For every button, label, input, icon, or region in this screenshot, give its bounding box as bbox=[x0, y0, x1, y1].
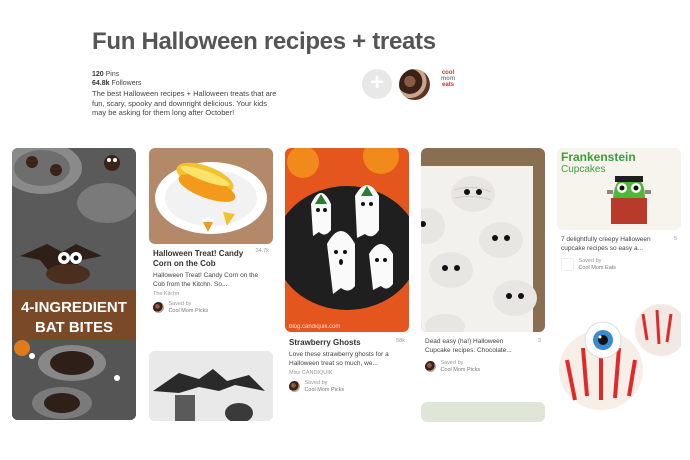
mummy-cupcakes-photo bbox=[421, 148, 545, 332]
saver-avatar bbox=[425, 361, 436, 373]
pins-count[interactable]: 120 bbox=[92, 71, 104, 78]
spider-treats-photo bbox=[149, 351, 273, 421]
frankenstein-title: Frankenstein bbox=[561, 150, 636, 164]
saved-by-label: Saved by bbox=[440, 360, 464, 367]
pin-source[interactable]: Miss CANDIQUIK bbox=[285, 368, 409, 378]
add-collaborator-button[interactable]: + bbox=[362, 69, 392, 99]
followers-count[interactable]: 64.8k bbox=[92, 80, 110, 87]
pin-image-candy-corn[interactable] bbox=[149, 148, 273, 244]
followers-label[interactable]: Followers bbox=[111, 80, 141, 87]
strawberry-ghosts-photo: blog.candiquik.com bbox=[285, 148, 409, 332]
frankenstein-subtitle: Cupcakes bbox=[561, 164, 605, 175]
cool-mom-eats-avatar bbox=[561, 258, 574, 272]
board-title: Fun Halloween recipes + treats bbox=[92, 28, 436, 55]
pin-image-strawberry-ghosts[interactable]: blog.candiquik.com bbox=[285, 148, 409, 332]
owner-avatar[interactable] bbox=[399, 69, 430, 100]
pin-title[interactable]: Strawberry Ghosts bbox=[285, 336, 409, 348]
board-description: The best Halloween recipes + Halloween t… bbox=[92, 89, 277, 117]
pin-card-candy-corn: 34.7k Halloween Treat! Candy Corn on the… bbox=[149, 246, 273, 346]
saved-by-label: Saved by bbox=[168, 301, 192, 308]
pin-count: 58k bbox=[396, 338, 405, 344]
pin-image-eyeball-cupcakes[interactable] bbox=[557, 300, 681, 420]
pin-saved-by[interactable]: Saved by Cool Mom Eats bbox=[557, 253, 681, 274]
saver-name: Cool Mom Eats bbox=[578, 264, 617, 271]
pin-count: 3 bbox=[537, 338, 541, 344]
bat-bites-text-2: BAT BITES bbox=[35, 319, 113, 336]
board-stats: 120 Pins 64.8k Followers bbox=[92, 70, 141, 88]
pin-title[interactable]: Halloween Treat! Candy Corn on the Cob bbox=[149, 246, 273, 269]
saver-name: Cool Mom Picks bbox=[304, 386, 345, 393]
pin-count: 34.7k bbox=[255, 248, 269, 254]
ghosts-watermark: blog.candiquik.com bbox=[289, 324, 340, 330]
pin-source[interactable]: The Kitchn bbox=[149, 289, 273, 299]
pins-label[interactable]: Pins bbox=[106, 71, 120, 78]
pin-description[interactable]: Dead easy (ha!) Halloween Cupcake recipe… bbox=[421, 336, 545, 355]
pin-description: Love these strawberry ghosts for a Hallo… bbox=[289, 351, 389, 367]
frankenstein-cupcakes-photo: Frankenstein Cupcakes bbox=[557, 148, 681, 230]
candy-corn-photo bbox=[149, 148, 273, 244]
logo-line-3: eats bbox=[441, 82, 454, 88]
saver-name: Cool Mom Picks bbox=[168, 307, 209, 314]
pin-description: Halloween Treat! Candy Corn on the Cob f… bbox=[153, 272, 259, 288]
pin-card-frankenstein-cupcakes: 5 7 delightfully creepy Halloween cupcak… bbox=[557, 234, 681, 298]
saver-avatar bbox=[289, 381, 300, 393]
pin-card-mummy-cupcakes: 3 Dead easy (ha!) Halloween Cupcake reci… bbox=[421, 336, 545, 396]
pin-saved-by[interactable]: Saved by Cool Mom Picks bbox=[285, 378, 409, 396]
pin-image-mummy-cupcakes[interactable] bbox=[421, 148, 545, 332]
pin-image-spider-treats[interactable] bbox=[149, 351, 273, 421]
pin-saved-by[interactable]: Saved by Cool Mom Picks bbox=[421, 355, 545, 376]
saver-avatar bbox=[153, 302, 164, 314]
cool-mom-eats-logo[interactable]: cool mom eats bbox=[437, 70, 459, 98]
bat-bites-text-1: 4-INGREDIENT bbox=[21, 299, 127, 316]
pin-card-strawberry-ghosts: 58k Strawberry Ghosts Love these strawbe… bbox=[285, 336, 409, 416]
pin-count: 5 bbox=[673, 236, 677, 242]
bat-bites-photo: 4-INGREDIENT BAT BITES bbox=[12, 148, 136, 420]
pin-image-frankenstein-cupcakes[interactable]: Frankenstein Cupcakes bbox=[557, 148, 681, 230]
saved-by-label: Saved by bbox=[304, 380, 328, 387]
pin-description[interactable]: 7 delightfully creepy Halloween cupcake … bbox=[557, 234, 681, 253]
pin-image-bat-bites[interactable]: 4-INGREDIENT BAT BITES bbox=[12, 148, 136, 420]
saver-name: Cool Mom Picks bbox=[440, 366, 481, 373]
saved-by-label: Saved by bbox=[578, 258, 602, 265]
pin-image-next[interactable] bbox=[421, 402, 545, 422]
pin-saved-by[interactable]: Saved by Cool Mom Picks bbox=[149, 299, 273, 317]
eyeball-cupcakes-photo bbox=[557, 300, 681, 420]
